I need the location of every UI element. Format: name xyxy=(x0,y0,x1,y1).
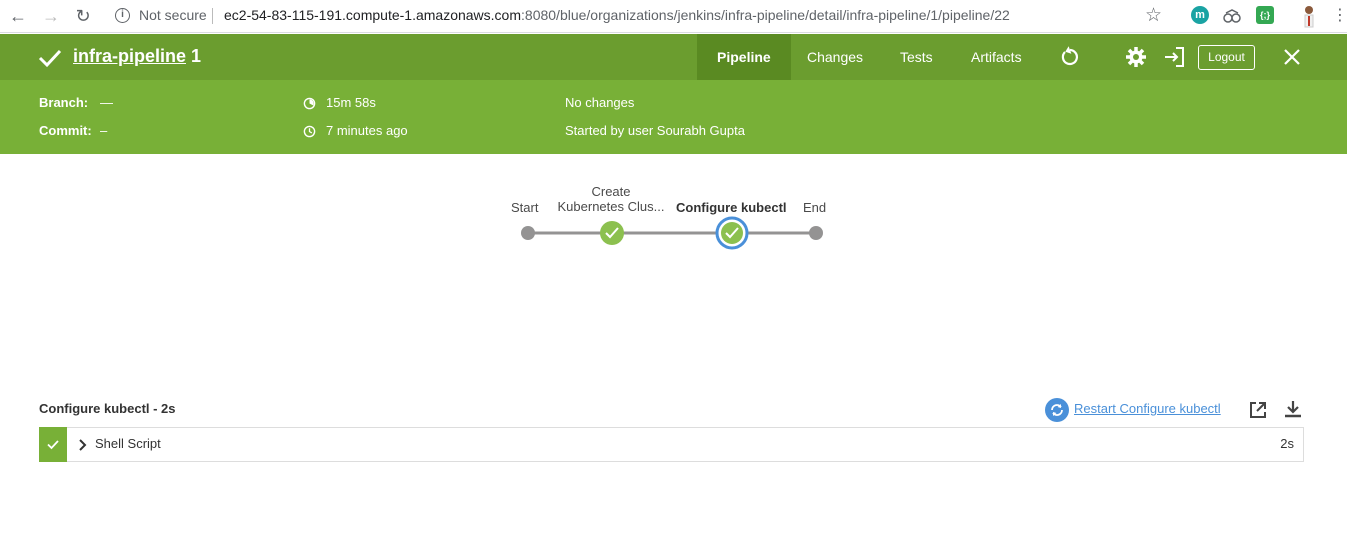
step-check-icon xyxy=(47,440,59,450)
run-details-bar: Branch: — Commit: – 15m 58s 7 minutes ag… xyxy=(0,80,1347,154)
settings-gear-icon[interactable] xyxy=(1124,45,1148,69)
stage-label-create-cluster[interactable]: Create Kubernetes Clus... xyxy=(555,184,667,214)
omnibox-divider xyxy=(212,8,213,24)
restart-stage-icon[interactable] xyxy=(1045,398,1069,422)
extension-cloud-icon[interactable] xyxy=(1222,7,1242,25)
tab-pipeline[interactable]: Pipeline xyxy=(697,34,791,80)
stage-label-line1: Create xyxy=(591,184,631,199)
stage-label-configure-kubectl[interactable]: Configure kubectl xyxy=(676,200,787,215)
chevron-right-icon[interactable] xyxy=(78,438,88,452)
branch-label: Branch: xyxy=(39,95,89,110)
restart-stage-link[interactable]: Restart Configure kubectl xyxy=(1074,401,1221,416)
open-log-external-icon[interactable] xyxy=(1248,400,1268,420)
stage-node-create-cluster[interactable] xyxy=(600,221,624,245)
tab-changes[interactable]: Changes xyxy=(787,34,883,80)
commit-label: Commit: xyxy=(39,123,92,138)
stage-label-start: Start xyxy=(511,200,539,215)
stage-steps-title: Configure kubectl - 2s xyxy=(39,401,176,416)
pipeline-title-link[interactable]: infra-pipeline xyxy=(73,46,186,67)
pipeline-graph: Start Create Kubernetes Clus... Configur… xyxy=(0,154,1347,394)
profile-avatar[interactable] xyxy=(1300,4,1318,28)
browser-toolbar: ← → ↻ i Not secure ec2-54-83-115-191.com… xyxy=(0,0,1347,33)
stage-node-configure-kubectl[interactable] xyxy=(715,216,749,250)
pipeline-graph-svg xyxy=(521,216,823,250)
address-bar[interactable]: i Not secure ec2-54-83-115-191.compute-1… xyxy=(105,4,1180,28)
run-number: 1 xyxy=(191,46,202,66)
url-path: :8080/blue/organizations/jenkins/infra-p… xyxy=(521,7,1010,23)
stage-label-line2: Kubernetes Clus... xyxy=(557,199,665,214)
extension-json-icon[interactable]: {;} xyxy=(1256,6,1274,24)
rerun-icon[interactable] xyxy=(1058,45,1082,69)
stage-label-end: End xyxy=(803,200,827,215)
run-duration: 15m 58s xyxy=(326,95,376,110)
tab-tests[interactable]: Tests xyxy=(880,34,953,80)
close-icon[interactable] xyxy=(1280,45,1304,69)
run-started-time: 7 minutes ago xyxy=(326,123,408,138)
download-log-icon[interactable] xyxy=(1283,399,1303,419)
url-host: ec2-54-83-115-191.compute-1.amazonaws.co… xyxy=(224,7,522,23)
started-by: Started by user Sourabh Gupta xyxy=(565,123,745,138)
url-text[interactable]: ec2-54-83-115-191.compute-1.amazonaws.co… xyxy=(224,7,1010,23)
step-duration: 2s xyxy=(1280,436,1294,451)
exit-icon[interactable] xyxy=(1162,45,1186,69)
commit-value: – xyxy=(100,123,108,138)
tab-artifacts[interactable]: Artifacts xyxy=(951,34,1042,80)
logout-button[interactable]: Logout xyxy=(1198,45,1255,70)
run-header: infra-pipeline 1 Pipeline Changes Tests … xyxy=(0,34,1347,80)
changes-summary: No changes xyxy=(565,95,635,110)
clock-icon xyxy=(303,125,316,138)
success-check-icon xyxy=(38,49,62,68)
branch-value: — xyxy=(100,95,113,110)
branch-row: Branch: — xyxy=(39,95,113,110)
step-row[interactable]: Shell Script 2s xyxy=(39,427,1304,462)
commit-row: Commit: – xyxy=(39,123,107,138)
duration-icon xyxy=(303,97,316,110)
security-label: Not secure xyxy=(139,7,207,23)
extension-m-icon[interactable]: m xyxy=(1191,6,1209,24)
reload-icon[interactable]: ↻ xyxy=(71,5,95,27)
browser-menu-icon[interactable]: ⋮ xyxy=(1328,5,1347,27)
end-node xyxy=(809,226,823,240)
back-icon[interactable]: ← xyxy=(6,5,30,27)
step-status-success xyxy=(39,427,67,462)
step-name: Shell Script xyxy=(95,436,161,451)
forward-icon[interactable]: → xyxy=(39,5,63,27)
bookmark-star-icon[interactable]: ☆ xyxy=(1145,4,1162,27)
start-node xyxy=(521,226,535,240)
info-icon[interactable]: i xyxy=(115,8,130,23)
